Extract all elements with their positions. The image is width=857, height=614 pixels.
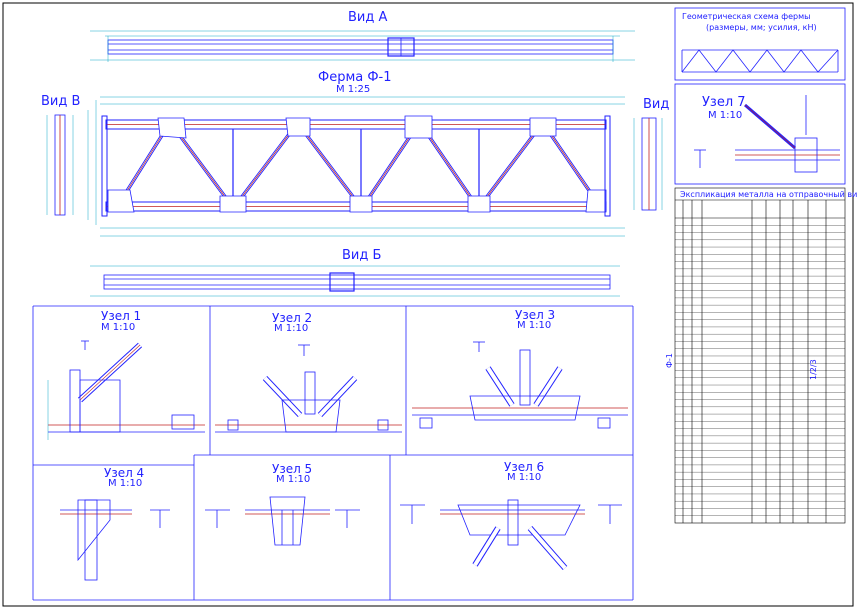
view-a-drawing xyxy=(90,30,635,62)
node-7-title: Узел 7 xyxy=(702,95,746,110)
view-b-drawing xyxy=(90,265,620,297)
sheet-frame xyxy=(2,2,854,607)
node-6-drawing xyxy=(400,499,622,570)
view-v-title: Вид В xyxy=(41,94,81,109)
node-6-scale: М 1:10 xyxy=(507,472,542,483)
node-5-drawing xyxy=(205,496,360,546)
spec-merged-label: 1/2/3 xyxy=(809,359,818,380)
truss-drawing xyxy=(87,96,625,237)
node-7-scale: М 1:10 xyxy=(708,110,743,121)
spec-side-label: Ф-1 xyxy=(665,353,674,368)
scheme-title: Геометрическая схема фермы xyxy=(682,12,811,21)
node-1-title: Узел 1 xyxy=(101,309,142,323)
view-side-drawing xyxy=(633,117,663,211)
node-4-scale: М 1:10 xyxy=(108,478,143,489)
node-3-scale: М 1:10 xyxy=(517,320,552,331)
drawing-sheet: Вид А Ферма Ф-1 М 1:25 Вид В Вид Вид Б Г… xyxy=(0,0,857,610)
node-4-drawing xyxy=(60,499,170,581)
node-5-scale: М 1:10 xyxy=(276,474,311,485)
view-v-drawing xyxy=(46,114,74,216)
view-side-title: Вид xyxy=(643,97,670,112)
drawing-canvas xyxy=(2,2,854,607)
truss-scale: М 1:25 xyxy=(336,84,371,95)
truss-title: Ферма Ф-1 xyxy=(318,70,392,85)
spec-title: Экспликация металла на отправочный вид xyxy=(680,190,857,199)
spec-table xyxy=(674,187,846,524)
node-1-drawing xyxy=(47,340,205,440)
node-1-scale: М 1:10 xyxy=(101,322,136,333)
node-2-drawing xyxy=(215,344,402,433)
node-2-scale: М 1:10 xyxy=(274,323,309,334)
node-3-drawing xyxy=(412,341,628,429)
node-7-drawing xyxy=(674,83,846,185)
view-b-title: Вид Б xyxy=(342,248,382,263)
view-a-title: Вид А xyxy=(348,10,388,25)
details-frame xyxy=(32,305,634,601)
scheme-subtitle: (размеры, мм; усилия, кН) xyxy=(706,23,817,32)
